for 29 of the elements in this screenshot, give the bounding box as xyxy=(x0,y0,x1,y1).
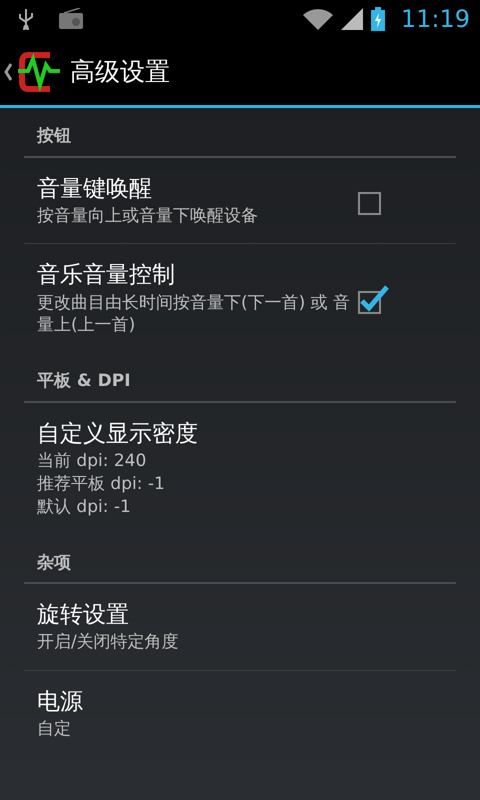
setting-summary: 推荐平板 dpi: -1 xyxy=(37,472,166,496)
section-header: 平板 & DPI xyxy=(36,370,132,394)
radio-icon xyxy=(58,8,84,30)
clock-time: 11:19 xyxy=(400,4,470,35)
setting-item[interactable]: 旋转设置 开启/关闭特定角度 xyxy=(24,584,456,672)
setting-item[interactable]: 音乐音量控制 更改曲目由长时间按音量下(下一首) 或 音量上(上一首) xyxy=(24,244,456,354)
setting-summary: 按音量向上或音量下唤醒设备 xyxy=(37,204,259,228)
setting-item[interactable]: 音量键唤醒 按音量向上或音量下唤醒设备 xyxy=(24,158,456,244)
section-header: 杂项 xyxy=(36,552,72,575)
checkbox[interactable] xyxy=(357,282,389,315)
setting-summary: 更改曲目由长时间按音量下(下一首) 或 音量上(上一首) xyxy=(37,292,352,338)
section-header: 按钮 xyxy=(36,125,72,148)
setting-summary: 开启/关闭特定角度 xyxy=(37,631,180,654)
setting-title: 自定义显示密度 xyxy=(37,420,199,449)
setting-title: 电源 xyxy=(37,688,84,718)
setting-title: 旋转设置 xyxy=(37,601,130,630)
wifi-icon xyxy=(302,8,333,30)
setting-item[interactable]: 电源 自定 xyxy=(24,671,456,758)
battery-charging-icon xyxy=(370,7,385,31)
usb-icon xyxy=(18,8,34,30)
setting-summary: 当前 dpi: 240 xyxy=(37,450,148,473)
setting-title: 音乐音量控制 xyxy=(37,261,176,290)
screen-title: 高级设置 xyxy=(70,56,170,88)
setting-summary: 默认 dpi: -1 xyxy=(37,496,132,519)
setting-title: 音量键唤醒 xyxy=(37,174,153,204)
back-caret-icon xyxy=(4,62,12,80)
setting-summary: 自定 xyxy=(37,718,72,742)
signal-icon xyxy=(340,8,363,30)
setting-item[interactable]: 自定义显示密度 当前 dpi: 240 推荐平板 dpi: -1 默认 dpi: -1 xyxy=(24,402,456,535)
